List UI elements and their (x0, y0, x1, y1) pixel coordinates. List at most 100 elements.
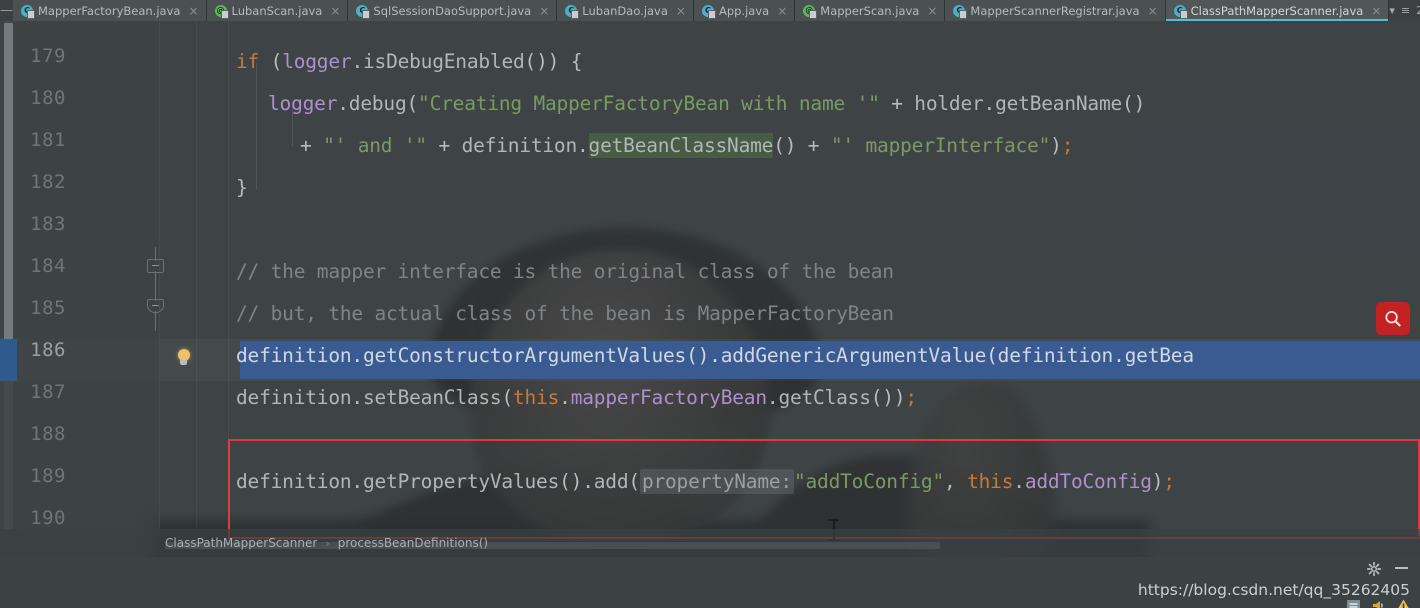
editor-tab-bar: — C MapperFactoryBean.java × @ LubanScan… (0, 0, 1420, 21)
code-line-180: logger.debug("Creating MapperFactoryBean… (268, 92, 1146, 115)
tab-label: ClassPathMapperScanner.java (1190, 3, 1364, 18)
code-line-179: if (logger.isDebugEnabled()) { (236, 50, 583, 73)
editor-gutter[interactable]: 179 180 181 182 183 184 185 186 187 188 … (17, 21, 160, 529)
tab-label: MapperScannerRegistrar.java (970, 3, 1140, 18)
identifier-definition: definition (236, 344, 352, 367)
corner-icon-group (1345, 598, 1412, 608)
editor-tab-mapperscan[interactable]: @ MapperScan.java × (795, 0, 946, 21)
chevron-right-icon: › (325, 536, 330, 550)
ide-window: — C MapperFactoryBean.java × @ LubanScan… (0, 0, 1420, 608)
status-bar-actions (1366, 561, 1408, 577)
tab-label: SqlSessionDaoSupport.java (373, 3, 532, 18)
editor-tab-lubandao[interactable]: C LubanDao.java × (557, 0, 694, 21)
gear-icon[interactable] (1366, 561, 1382, 577)
keyword-this: this (967, 470, 1014, 493)
java-class-icon: C (1173, 4, 1188, 19)
tab-bar-actions: ▾ ≡ 2 (1389, 0, 1420, 21)
string-literal-mapperinterface: "' mapperInterface" (830, 134, 1051, 157)
line-number: 183 (30, 213, 66, 235)
tab-label: MapperFactoryBean.java (38, 3, 181, 18)
breadcrumb: ClassPathMapperScanner › processBeanDefi… (0, 529, 1420, 557)
line-number: 182 (30, 171, 66, 193)
method-debug: debug (348, 92, 407, 115)
collapse-icon[interactable]: — (0, 0, 13, 21)
editor-tab-lubanscan[interactable]: @ LubanScan.java × (206, 0, 349, 21)
close-icon[interactable]: × (1371, 4, 1381, 18)
line-number: 181 (30, 129, 66, 151)
editor-tab-mapperfactorybean[interactable]: C MapperFactoryBean.java × (13, 0, 207, 21)
method-getclass: getClass (778, 386, 871, 409)
close-icon[interactable]: × (330, 4, 340, 18)
code-line-189: definition.getPropertyValues().add(prope… (236, 469, 1175, 494)
gutter-divider (196, 21, 197, 529)
keyword-this: this (512, 386, 560, 409)
line-number-active: 186 (30, 339, 66, 361)
string-literal-creating: "Creating MapperFactoryBean with name '" (418, 92, 880, 115)
identifier-definition: definition (236, 386, 352, 409)
code-line-184: // the mapper interface is the original … (236, 251, 894, 293)
keyword-if: if (236, 50, 260, 73)
close-icon[interactable]: × (676, 4, 686, 18)
java-annotation-icon: @ (803, 4, 818, 19)
breadcrumb-item-method[interactable]: processBeanDefinitions() (338, 536, 488, 550)
close-icon[interactable]: × (539, 4, 549, 18)
code-line-182: } (236, 176, 248, 199)
parameter-name-hint: propertyName: (639, 469, 794, 494)
code-line-187: definition.setBeanClass(this.mapperFacto… (236, 386, 917, 409)
tab-label: MapperScan.java (820, 3, 920, 18)
field-mapperfactorybean: mapperFactoryBean (570, 386, 767, 409)
java-class-icon: C (21, 4, 35, 19)
java-class-icon: C (701, 4, 716, 19)
magnifier-icon[interactable] (1376, 302, 1410, 335)
field-addtoconfig: addToConfig (1024, 470, 1152, 493)
string-literal-and: "' and '" (323, 134, 427, 157)
method-add: add (593, 470, 629, 493)
java-annotation-icon: @ (214, 4, 229, 19)
identifier-logger: logger (268, 92, 338, 115)
warning-icon (1395, 598, 1412, 608)
method-getbean-truncated: getBea (1124, 344, 1194, 367)
method-addgenericargumentvalue: addGenericArgumentValue (720, 344, 987, 367)
breadcrumb-item-class[interactable]: ClassPathMapperScanner (165, 536, 317, 550)
document-icon (1345, 598, 1362, 608)
lightbulb-icon[interactable] (176, 349, 191, 366)
line-number: 184 (30, 255, 66, 277)
editor-tab-mapperscannerregistrar[interactable]: C MapperScannerRegistrar.java × (945, 0, 1166, 21)
line-number: 188 (30, 423, 66, 445)
editor-tab-app[interactable]: C App.java × (693, 0, 796, 21)
java-class-icon: C (356, 4, 371, 19)
minimize-icon[interactable] (1395, 567, 1408, 569)
line-number: 187 (30, 381, 66, 403)
tab-list-icon[interactable]: ≡ (1401, 4, 1410, 17)
close-icon[interactable]: × (927, 4, 937, 18)
method-isdebugenabled: isDebugEnabled (362, 50, 525, 73)
close-icon[interactable]: × (777, 4, 787, 18)
method-getbeanname: getBeanName (995, 92, 1123, 115)
identifier-definition: definition (461, 134, 578, 157)
string-literal-addtoconfig: "addToConfig" (793, 470, 944, 493)
editor-tab-classpathmapperscanner[interactable]: C ClassPathMapperScanner.java × (1165, 0, 1390, 21)
identifier-logger: logger (282, 50, 352, 73)
java-class-icon: C (953, 4, 968, 19)
line-number: 179 (30, 45, 66, 67)
comment-mapper-interface: // the mapper interface is the original … (236, 260, 894, 283)
gutter-divider (228, 21, 229, 529)
volume-icon (1370, 598, 1387, 608)
code-editor[interactable]: 179 180 181 182 183 184 185 186 187 188 … (0, 21, 1420, 549)
tab-label: App.java (718, 3, 770, 18)
comment-actual-class: // but, the actual class of the bean is … (236, 302, 894, 325)
tab-count: 2 (1416, 4, 1420, 17)
close-icon[interactable]: × (1148, 4, 1158, 18)
line-number: 189 (30, 465, 66, 487)
editor-tab-sqlsessiondaosupport[interactable]: C SqlSessionDaoSupport.java × (348, 0, 558, 21)
line-number: 180 (30, 87, 66, 109)
status-bar: https://blog.csdn.net/qq_35262405 (0, 557, 1420, 608)
chevron-down-icon[interactable]: ▾ (1389, 4, 1395, 17)
close-icon[interactable]: × (188, 4, 198, 18)
method-getconstructorargumentvalues: getConstructorArgumentValues (362, 344, 687, 367)
code-line-186: definition.getConstructorArgumentValues(… (236, 344, 1194, 367)
code-line-185: // but, the actual class of the bean is … (236, 293, 894, 335)
code-text-area[interactable]: if (logger.isDebugEnabled()) { logger.de… (236, 21, 1420, 529)
fold-region-line (155, 247, 156, 261)
method-setbeanclass: setBeanClass (362, 386, 502, 409)
